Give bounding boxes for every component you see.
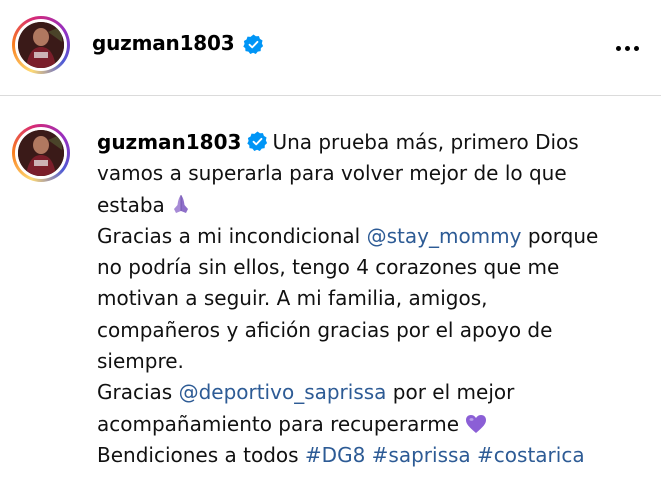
hashtag-dg8[interactable]: #DG8 bbox=[305, 443, 365, 467]
more-options-button[interactable] bbox=[611, 36, 643, 60]
caption-line: vamos a superarla para volver mejor de l… bbox=[97, 161, 567, 186]
caption-line: compañeros y afición gracias por el apoy… bbox=[97, 317, 553, 342]
verified-badge-icon bbox=[243, 34, 264, 55]
caption-avatar[interactable] bbox=[12, 124, 70, 182]
mention-stay-mommy[interactable]: @stay_mommy bbox=[367, 224, 522, 248]
caption-line: por el mejor bbox=[386, 380, 515, 405]
avatar-image bbox=[18, 22, 64, 68]
caption-line: Gracias a mi incondicional bbox=[97, 223, 367, 248]
caption-line: Bendiciones a todos bbox=[97, 442, 305, 467]
caption-line: motivan a seguir. A mi familia, amigos, bbox=[97, 286, 488, 311]
avatar[interactable] bbox=[12, 16, 70, 74]
post-header: guzman1803 bbox=[0, 0, 661, 96]
verified-badge-icon bbox=[247, 131, 268, 152]
more-options-icon bbox=[615, 45, 621, 51]
more-options-icon-dot bbox=[624, 45, 630, 51]
caption-line: no podría sin ellos, tengo 4 corazones q… bbox=[97, 255, 560, 280]
caption-line: Gracias bbox=[97, 380, 179, 405]
header-username[interactable]: guzman1803 bbox=[92, 31, 235, 55]
praying-hands-emoji bbox=[173, 194, 188, 213]
caption-line: porque bbox=[521, 223, 599, 248]
post-caption: guzman1803 Una prueba más, primero Dios … bbox=[97, 127, 649, 471]
mention-deportivo-saprissa[interactable]: @deportivo_saprissa bbox=[179, 380, 387, 404]
caption-line: acompañamiento para recuperarme bbox=[97, 411, 459, 436]
caption-line: estaba bbox=[97, 192, 165, 217]
caption-username[interactable]: guzman1803 bbox=[97, 130, 241, 154]
more-options-icon-dot bbox=[633, 45, 639, 51]
hashtag-costarica[interactable]: #costarica bbox=[477, 443, 585, 467]
hashtag-saprissa[interactable]: #saprissa bbox=[372, 443, 471, 467]
caption-line: Una prueba más, primero Dios bbox=[272, 130, 579, 154]
purple-heart-emoji bbox=[466, 414, 486, 433]
caption-line: siempre. bbox=[97, 349, 184, 374]
avatar-image bbox=[18, 130, 64, 176]
